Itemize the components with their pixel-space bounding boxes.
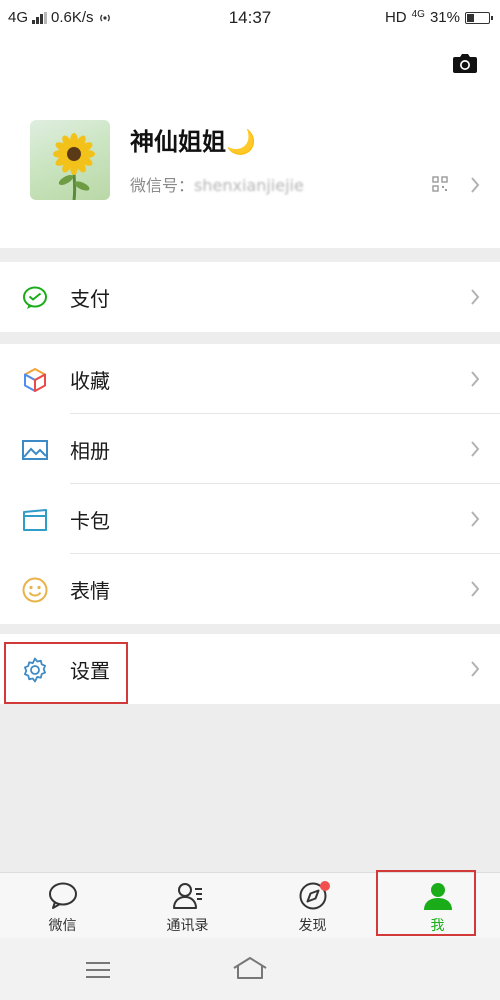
card-wallet-icon [23,509,47,531]
profile-nickname: 神仙姐姐🌙 [130,128,256,156]
menu-item-album[interactable]: 相册 [0,414,500,484]
profile-header[interactable]: 神仙姐姐🌙 微信号：shenxianjiejie [0,36,500,248]
me-tab-highlight-box [376,870,476,936]
menu-label-album: 相册 [70,439,110,463]
hd-badge: HD [384,9,407,26]
tab-label-discover: 发现 [298,918,327,934]
menu-item-stickers[interactable]: 表情 [0,554,500,624]
battery-percent: 31% [429,9,460,26]
menu-icon[interactable] [85,960,111,980]
menu-label-favorites: 收藏 [70,369,110,393]
chevron-right-icon [471,371,480,387]
battery-icon [465,11,493,24]
tab-chats[interactable]: 微信 [0,873,125,939]
chevron-right-icon [471,661,480,677]
battery-fill [467,13,475,22]
menu-group-main: 收藏 相册 卡包 表情 [0,344,500,624]
system-nav-bar [0,938,500,1000]
chevron-right-icon [471,289,480,305]
wechat-id-label: 微信号： [130,176,195,195]
tab-discover[interactable]: 发现 [250,873,375,939]
contacts-icon [173,883,202,909]
chevron-right-icon [471,581,480,597]
favorites-cube-icon [24,368,46,392]
lte-badge: 4G [411,9,425,20]
camera-icon[interactable] [452,52,478,74]
avatar[interactable] [30,120,110,200]
menu-label-cards: 卡包 [70,509,110,533]
menu-item-cards[interactable]: 卡包 [0,484,500,554]
tab-label-contacts: 通讯录 [166,918,209,934]
qr-code-icon[interactable] [432,176,448,192]
menu-item-pay[interactable]: 支付 [0,262,500,332]
menu-label-pay: 支付 [70,287,110,311]
chevron-right-icon [471,441,480,457]
wallet-pay-icon [23,286,47,309]
chat-icon [49,882,77,909]
tab-label-chats: 微信 [48,918,77,934]
chevron-right-icon [471,511,480,527]
menu-group-pay: 支付 [0,262,500,332]
notification-dot [320,881,330,891]
settings-highlight-box [4,642,128,704]
status-bar: 4G 0.6K/s 14:37 HD 4G 31% [0,0,500,36]
album-picture-icon [22,440,48,460]
sticker-smiley-icon [22,577,48,603]
tab-contacts[interactable]: 通讯录 [125,873,250,939]
sunflower-avatar-image [53,133,95,200]
status-right: HD 4G 31% [384,9,493,26]
home-icon[interactable] [232,956,268,980]
chevron-right-icon [471,177,480,193]
menu-label-stickers: 表情 [70,579,110,603]
wechat-id-value: shenxianjiejie [194,176,304,195]
wechat-id: 微信号：shenxianjiejie [130,172,304,196]
menu-item-favorites[interactable]: 收藏 [0,344,500,414]
